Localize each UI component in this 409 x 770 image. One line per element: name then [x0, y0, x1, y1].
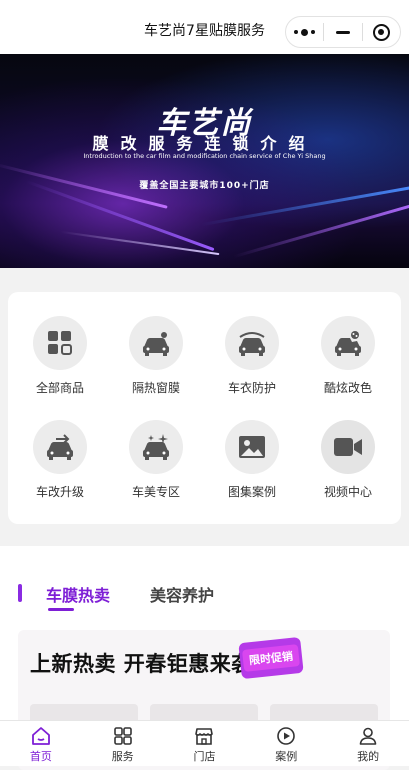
banner-subtitle: Introduction to the car film and modific…: [83, 152, 326, 160]
grid-item-car-cover[interactable]: 车衣防护: [204, 316, 300, 412]
video-icon: [321, 420, 375, 474]
miniprogram-capsule: [285, 16, 401, 48]
car-upgrade-icon: [33, 420, 87, 474]
tabbar-item-services[interactable]: 服务: [82, 721, 164, 766]
tab-film-hot[interactable]: 车膜热卖: [46, 582, 110, 606]
grid-label: 视频中心: [323, 485, 372, 499]
tabbar-item-home[interactable]: 首页: [0, 721, 82, 766]
top-nav-bar: 车艺尚7星贴膜服务: [0, 0, 409, 54]
grid-label: 图集案例: [227, 485, 276, 499]
minimize-icon: [335, 30, 350, 34]
tabbar-item-profile[interactable]: 我的: [327, 721, 409, 766]
tab-beauty-care[interactable]: 美容养护: [150, 582, 214, 606]
tabbar-label: 首页: [29, 749, 52, 763]
tabbar-label: 服务: [111, 749, 134, 763]
more-dots-icon: [294, 28, 316, 36]
grid-label: 车衣防护: [227, 381, 276, 395]
grid-label: 全部商品: [35, 381, 84, 395]
grid-label: 酷炫改色: [323, 381, 372, 395]
tabbar-item-cases[interactable]: 案例: [245, 721, 327, 766]
banner-tagline: 覆盖全国主要城市100+门店: [139, 181, 270, 191]
car-beauty-icon: [129, 420, 183, 474]
play-icon: [277, 726, 296, 745]
grid-label: 隔热窗膜: [131, 381, 180, 395]
hero-banner[interactable]: 车艺尚 膜改服务连锁介绍 Introduction to the car fil…: [0, 54, 409, 268]
more-button[interactable]: [286, 17, 323, 47]
profile-icon: [359, 727, 377, 745]
grid-item-video[interactable]: 视频中心: [300, 420, 396, 516]
promo-title: 上新热卖 开春钜惠来袭: [30, 652, 253, 676]
close-miniprogram-button[interactable]: [363, 17, 400, 47]
grid-item-car-beauty[interactable]: 车美专区: [108, 420, 204, 516]
heat-insulation-film-icon: [129, 316, 183, 370]
tabbar-label: 案例: [275, 749, 298, 763]
tabbar-item-store[interactable]: 门店: [164, 721, 246, 766]
store-icon: [195, 727, 214, 745]
grid-label: 车美专区: [131, 485, 180, 499]
car-cover-icon: [225, 316, 279, 370]
grid-label: 车改升级: [35, 485, 84, 499]
grid-item-gallery[interactable]: 图集案例: [204, 420, 300, 516]
tabbar-label: 我的: [357, 749, 380, 763]
grid-item-all-products[interactable]: 全部商品: [12, 316, 108, 412]
minimize-button[interactable]: [324, 17, 361, 47]
grid-item-heat-film[interactable]: 隔热窗膜: [108, 316, 204, 412]
gallery-icon: [225, 420, 279, 474]
grid-item-color-change[interactable]: 酷炫改色: [300, 316, 396, 412]
category-grid: 全部商品 隔热窗膜 车衣防护 酷炫改色 车改升级 车美专区 图集案例 视频中心: [8, 292, 401, 524]
services-icon: [113, 726, 132, 745]
tab-active-underline: [48, 608, 74, 611]
target-icon: [372, 23, 390, 41]
home-icon: [31, 726, 50, 745]
promo-badge: 限时促销: [238, 636, 304, 680]
grid-item-car-upgrade[interactable]: 车改升级: [12, 420, 108, 516]
all-products-icon: [33, 316, 87, 370]
tabbar-label: 门店: [193, 749, 216, 763]
color-change-icon: [321, 316, 375, 370]
banner-title: 膜改服务连锁介绍: [92, 134, 317, 153]
bottom-tab-bar: 首页 服务 门店 案例 我的: [0, 720, 409, 766]
section-marker: [18, 584, 22, 602]
